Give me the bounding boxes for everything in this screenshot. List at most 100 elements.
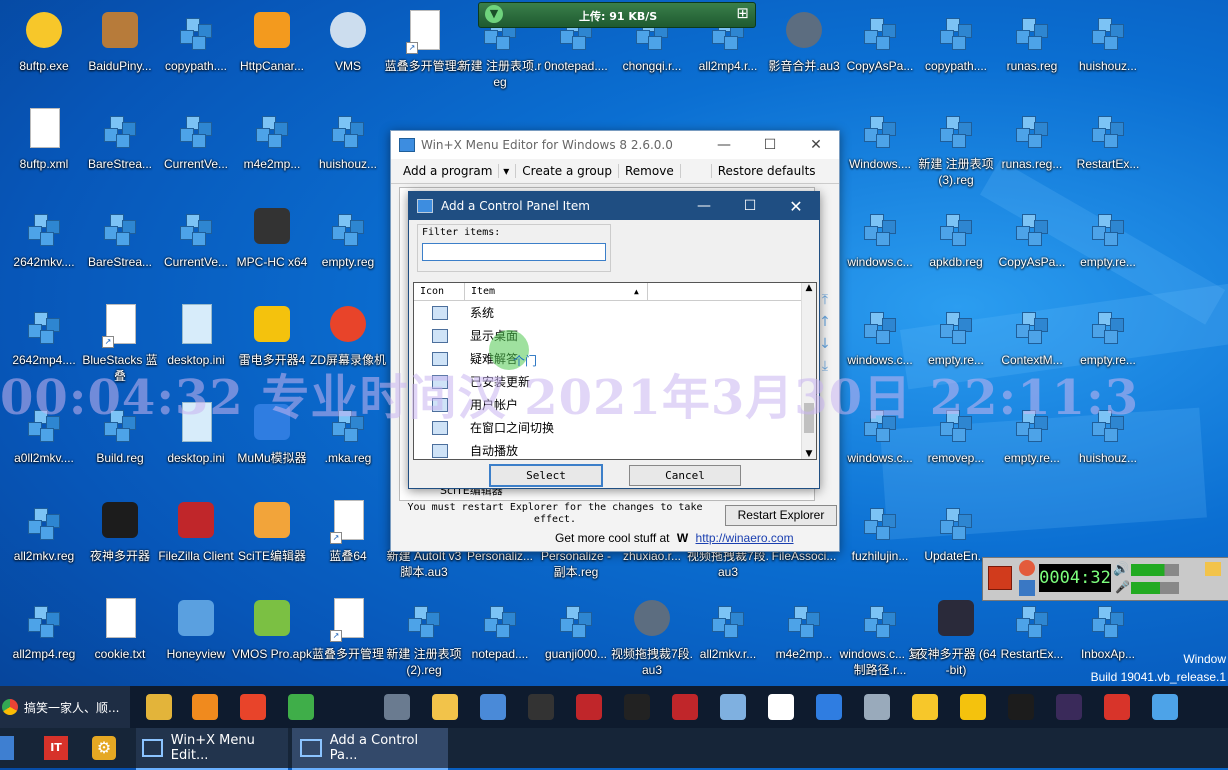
volume-meter[interactable]: [1131, 564, 1179, 576]
desktop-icon[interactable]: windows.c...: [838, 196, 922, 286]
desktop-icon[interactable]: 视频拖拽裁7段.au3: [610, 588, 694, 678]
browser-task[interactable]: 搞笑一家人、顺...: [0, 686, 130, 728]
settings-icon[interactable]: ⚙: [92, 736, 116, 760]
desktop-icon[interactable]: apkdb.reg: [914, 196, 998, 286]
desktop-icon[interactable]: CurrentVe...: [154, 98, 238, 188]
desktop-icon[interactable]: all2mp4.reg: [2, 588, 86, 678]
desktop-icon[interactable]: runas.reg...: [990, 98, 1074, 188]
network-icon[interactable]: [288, 694, 314, 720]
minimize-icon[interactable]: —: [681, 198, 727, 214]
desktop-icon[interactable]: MPC-HC x64: [230, 196, 314, 286]
remove-button[interactable]: Remove: [619, 164, 681, 178]
desktop-icon[interactable]: all2mkv.r...: [686, 588, 770, 678]
column-item[interactable]: Item: [465, 283, 648, 300]
list-item[interactable]: 显示桌面: [414, 324, 816, 347]
desktop-icon[interactable]: FileZilla Client: [154, 490, 238, 580]
pause-icon[interactable]: [1019, 580, 1035, 596]
maximize-icon[interactable]: ☐: [727, 198, 773, 214]
desktop-icon[interactable]: RestartEx...: [1066, 98, 1150, 188]
column-icon[interactable]: Icon: [414, 283, 465, 300]
desktop-icon[interactable]: all2mkv.reg: [2, 490, 86, 580]
autoit-icon[interactable]: [384, 694, 410, 720]
desktop-icon[interactable]: huishouz...: [1066, 0, 1150, 90]
desktop-icon[interactable]: Honeyview: [154, 588, 238, 678]
nox-icon[interactable]: [1008, 694, 1034, 720]
desktop-icon[interactable]: huishouz...: [306, 98, 390, 188]
desktop-icon[interactable]: VMOS Pro.apk: [230, 588, 314, 678]
winx-titlebar[interactable]: Win+X Menu Editor for Windows 8 2.6.0.0 …: [391, 131, 839, 159]
desktop-icon[interactable]: BareStrea...: [78, 196, 162, 286]
desktop-icon[interactable]: SciTE编辑器: [230, 490, 314, 580]
desktop-icon[interactable]: fuzhilujin...: [838, 490, 922, 580]
7zip-icon[interactable]: [768, 694, 794, 720]
desktop-icon[interactable]: notepad....: [458, 588, 542, 678]
task-winx-editor[interactable]: Win+X Menu Edit...: [136, 728, 288, 770]
desktop-icon[interactable]: ↗ 蓝叠64: [306, 490, 390, 580]
desktop-icon[interactable]: empty.re...: [1066, 196, 1150, 286]
cancel-button[interactable]: Cancel: [629, 465, 741, 486]
desktop-icon[interactable]: 新建 注册表项 (2).reg: [382, 588, 466, 678]
desktop-icon[interactable]: 8uftp.xml: [2, 98, 86, 188]
desktop-icon[interactable]: copypath....: [914, 0, 998, 90]
desktop-icon[interactable]: empty.reg: [306, 196, 390, 286]
app-icon-it[interactable]: IT: [44, 736, 68, 760]
folder-icon[interactable]: [1205, 562, 1221, 576]
scroll-down-icon[interactable]: ▼: [802, 449, 816, 459]
camera-icon[interactable]: [624, 694, 650, 720]
desktop-icon[interactable]: copypath....: [154, 0, 238, 90]
add-program-menu[interactable]: Add a program ▾: [391, 164, 517, 178]
mic-icon[interactable]: 🎤: [1115, 580, 1130, 594]
desktop-icon[interactable]: ↗ 蓝叠多开管理: [306, 588, 390, 678]
desktop-icon[interactable]: m4e2mp...: [230, 98, 314, 188]
book-icon[interactable]: [480, 694, 506, 720]
dialog-titlebar[interactable]: Add a Control Panel Item — ☐ ✕: [409, 192, 819, 220]
find-icon[interactable]: [432, 694, 458, 720]
desktop-icon[interactable]: Windows....: [838, 98, 922, 188]
desktop-icon[interactable]: 新建 注册表项 (3).reg: [914, 98, 998, 188]
desktop-icon[interactable]: CurrentVe...: [154, 196, 238, 286]
volume-icon[interactable]: 🔊: [1113, 562, 1129, 577]
list-item[interactable]: 自动播放: [414, 439, 816, 459]
desktop-icon[interactable]: runas.reg: [990, 0, 1074, 90]
desktop-icon[interactable]: HttpCanar...: [230, 0, 314, 90]
mpc-icon[interactable]: [528, 694, 554, 720]
folder-icon[interactable]: [146, 694, 172, 720]
pdf-icon[interactable]: [1104, 694, 1130, 720]
desktop-icon[interactable]: BareStrea...: [78, 98, 162, 188]
desktop-icon[interactable]: 8uftp.exe: [2, 0, 86, 90]
nox64-icon[interactable]: [1056, 694, 1082, 720]
ftp-upload-bar[interactable]: ▼ 上传: 91 KB/S ⊞: [478, 2, 756, 28]
monitor-icon[interactable]: [720, 694, 746, 720]
desktop-icon[interactable]: cookie.txt: [78, 588, 162, 678]
desktop-icon[interactable]: guanji000...: [534, 588, 618, 678]
task-add-control-panel[interactable]: Add a Control Pa...: [292, 728, 448, 770]
filter-input[interactable]: [422, 243, 606, 261]
photo-icon[interactable]: [864, 694, 890, 720]
desktop-icon[interactable]: 影音合并.au3: [762, 0, 846, 90]
maximize-icon[interactable]: ☐: [747, 137, 793, 153]
minimize-icon[interactable]: —: [701, 137, 747, 153]
desktop-icon[interactable]: 2642mkv....: [2, 196, 86, 286]
record-icon[interactable]: [240, 694, 266, 720]
ldplayer-icon[interactable]: [960, 694, 986, 720]
desktop-icon[interactable]: windows.c... 复制路径.r...: [838, 588, 922, 678]
list-item[interactable]: 系统: [414, 301, 816, 324]
winaero-link[interactable]: http://winaero.com: [696, 531, 794, 545]
window-icon[interactable]: [816, 694, 842, 720]
desktop-icon[interactable]: m4e2mp...: [762, 588, 846, 678]
desktop-icon[interactable]: VMS: [306, 0, 390, 90]
mic-meter[interactable]: [1131, 582, 1179, 594]
filezilla-icon[interactable]: [672, 694, 698, 720]
restart-explorer-button[interactable]: Restart Explorer: [725, 505, 837, 526]
scroll-up-icon[interactable]: ▲: [802, 283, 816, 293]
desktop-icon[interactable]: CopyAsPa...: [838, 0, 922, 90]
app-icon-blue[interactable]: [0, 736, 14, 760]
desktop-icon[interactable]: CopyAsPa...: [990, 196, 1074, 286]
game-icon[interactable]: [576, 694, 602, 720]
cube-icon[interactable]: [1152, 694, 1178, 720]
create-group-button[interactable]: Create a group: [516, 164, 619, 178]
restore-defaults-button[interactable]: Restore defaults: [710, 164, 822, 178]
close-icon[interactable]: ✕: [793, 137, 839, 153]
desktop-icon[interactable]: BaiduPiny...: [78, 0, 162, 90]
desktop-icon[interactable]: 夜神多开器 (64-bit): [914, 588, 998, 678]
